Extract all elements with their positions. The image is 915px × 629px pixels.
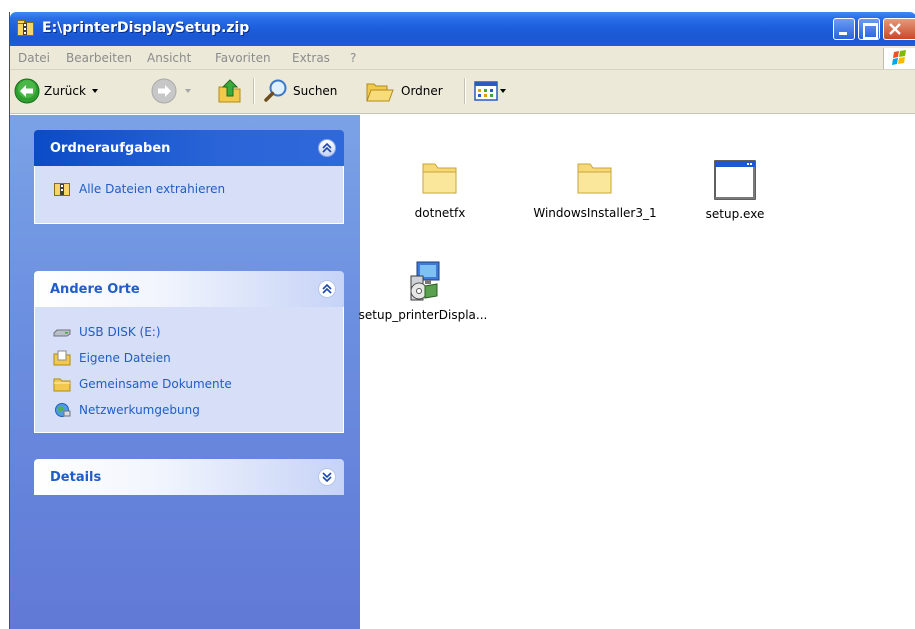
- folders-label: Ordner: [401, 84, 443, 98]
- menu-favoriten[interactable]: Favoriten: [215, 51, 271, 65]
- place-usb-disk[interactable]: USB DISK (E:): [35, 319, 343, 345]
- panel-header[interactable]: Andere Orte: [34, 271, 344, 307]
- title-bar[interactable]: E:\printerDisplaySetup.zip: [10, 12, 915, 46]
- task-label: Alle Dateien extrahieren: [79, 182, 226, 196]
- file-item-dotnetfx[interactable]: dotnetfx: [360, 160, 520, 220]
- my-documents-icon: [53, 350, 71, 366]
- expand-chevron-icon[interactable]: [318, 468, 336, 486]
- drive-icon: [53, 329, 71, 337]
- panel-andere-orte: Andere Orte USB DISK (E:) Eigene Dateien…: [34, 271, 344, 433]
- desktop-strip: [0, 12, 9, 629]
- file-item-setup-exe[interactable]: setup.exe: [655, 159, 815, 221]
- place-network[interactable]: Netzwerkumgebung: [35, 397, 343, 423]
- panel-header[interactable]: Details: [34, 459, 344, 495]
- up-folder-icon: [218, 79, 241, 103]
- back-dropdown-icon[interactable]: [91, 89, 98, 93]
- panel-ordneraufgaben: Ordneraufgaben Alle Dateien extrahieren: [34, 130, 344, 224]
- close-button[interactable]: [883, 18, 915, 40]
- file-name: WindowsInstaller3_1: [533, 206, 657, 220]
- place-label: USB DISK (E:): [79, 325, 161, 339]
- toolbar-separator: [253, 78, 254, 104]
- menu-ansicht[interactable]: Ansicht: [147, 51, 191, 65]
- menu-datei[interactable]: Datei: [18, 51, 50, 65]
- installer-icon: [410, 261, 440, 301]
- folder-icon: [53, 378, 71, 392]
- maximize-button[interactable]: [858, 18, 880, 40]
- place-my-documents[interactable]: Eigene Dateien: [35, 345, 343, 371]
- place-label: Netzwerkumgebung: [79, 403, 200, 417]
- panel-title: Ordneraufgaben: [50, 141, 171, 156]
- zip-folder-icon: [17, 20, 34, 36]
- toolbar-separator: [464, 78, 465, 104]
- zip-folder-icon: [54, 183, 70, 196]
- windows-logo-icon: [883, 48, 915, 69]
- panel-details: Details: [34, 459, 344, 495]
- views-icon: [474, 81, 498, 101]
- forward-dropdown-icon[interactable]: [185, 89, 191, 93]
- place-shared-documents[interactable]: Gemeinsame Dokumente: [35, 371, 343, 397]
- task-extract-all[interactable]: Alle Dateien extrahieren: [35, 176, 343, 202]
- close-icon: [889, 23, 901, 35]
- collapse-chevron-icon[interactable]: [318, 139, 336, 157]
- forward-arrow-icon: [151, 78, 177, 104]
- collapse-chevron-icon[interactable]: [318, 280, 336, 298]
- folders-icon: [366, 83, 394, 102]
- file-name: setup_printerDispla...: [358, 308, 488, 322]
- file-view: dotnetfx WindowsInstaller3_1 setup.exe s…: [359, 115, 915, 629]
- file-name: setup.exe: [705, 207, 765, 221]
- task-pane: Ordneraufgaben Alle Dateien extrahieren: [10, 115, 360, 629]
- window-title: E:\printerDisplaySetup.zip: [42, 20, 250, 36]
- menu-bar: Datei Bearbeiten Ansicht Favoriten Extra…: [10, 46, 915, 70]
- folder-icon: [577, 163, 612, 194]
- explorer-window: E:\printerDisplaySetup.zip Datei Bearbei…: [9, 12, 915, 629]
- menu-extras[interactable]: Extras: [292, 51, 330, 65]
- network-icon: [55, 403, 71, 417]
- menu-help[interactable]: ?: [350, 51, 356, 65]
- file-item-setup-printer[interactable]: setup_printerDispla...: [343, 258, 503, 322]
- toolbar: Zurück Suchen Ordner: [10, 70, 915, 114]
- search-icon: [264, 79, 287, 102]
- search-button[interactable]: Suchen: [263, 76, 337, 106]
- views-button[interactable]: [474, 76, 506, 106]
- panel-title: Andere Orte: [50, 282, 140, 297]
- file-item-windowsinstaller[interactable]: WindowsInstaller3_1: [515, 160, 675, 220]
- back-button[interactable]: Zurück: [14, 76, 98, 106]
- views-dropdown-icon[interactable]: [500, 89, 506, 93]
- place-label: Eigene Dateien: [79, 351, 171, 365]
- file-name: dotnetfx: [414, 206, 466, 220]
- panel-body: Alle Dateien extrahieren: [34, 166, 344, 224]
- folders-button[interactable]: Ordner: [365, 76, 443, 106]
- search-label: Suchen: [293, 84, 338, 98]
- back-arrow-icon: [14, 78, 40, 104]
- up-folder-button[interactable]: [216, 76, 244, 106]
- panel-header[interactable]: Ordneraufgaben: [34, 130, 344, 166]
- back-label: Zurück: [44, 84, 86, 98]
- place-label: Gemeinsame Dokumente: [79, 377, 232, 391]
- forward-button[interactable]: [151, 76, 191, 106]
- panel-title: Details: [50, 470, 102, 485]
- panel-body: USB DISK (E:) Eigene Dateien Gemeinsame …: [34, 307, 344, 433]
- application-icon: [714, 160, 756, 200]
- menu-bearbeiten[interactable]: Bearbeiten: [66, 51, 132, 65]
- minimize-button[interactable]: [833, 18, 855, 40]
- folder-icon: [422, 163, 457, 194]
